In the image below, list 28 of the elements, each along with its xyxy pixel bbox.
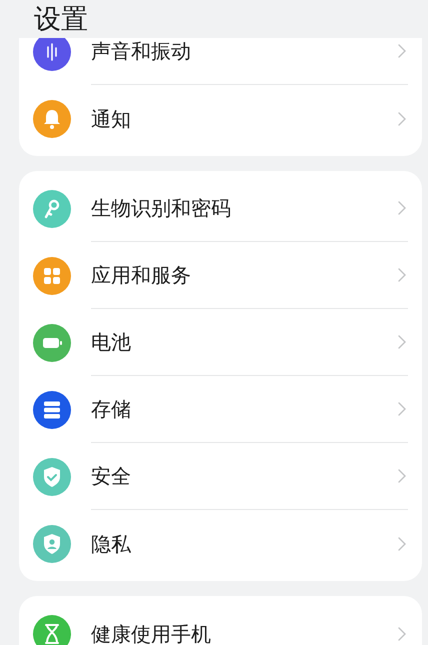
settings-item[interactable]: 电池 [19, 309, 422, 376]
chevron-right-icon [398, 536, 406, 550]
item-label: 隐私 [91, 530, 132, 558]
chevron-right-icon [398, 44, 406, 58]
item-label: 应用和服务 [91, 262, 192, 289]
item-label: 安全 [91, 463, 132, 490]
item-label: 健康使用手机 [91, 620, 212, 645]
chevron-right-icon [398, 268, 406, 282]
settings-item[interactable]: 生物识别和密码 [19, 175, 422, 242]
settings-item[interactable]: 健康使用手机 [19, 600, 422, 645]
settings-item[interactable]: 隐私 [19, 510, 422, 577]
chevron-right-icon [398, 402, 406, 416]
chevron-right-icon [398, 201, 406, 215]
item-label: 声音和振动 [91, 38, 192, 65]
settings-item[interactable]: 通知 [19, 85, 422, 152]
item-label: 生物识别和密码 [91, 195, 232, 222]
chevron-right-icon [398, 626, 406, 640]
item-label: 存储 [91, 396, 132, 423]
settings-item[interactable]: 安全 [19, 443, 422, 510]
page-title: 设置 [34, 6, 88, 32]
settings-item[interactable]: 应用和服务 [19, 242, 422, 309]
item-label: 电池 [91, 329, 132, 356]
item-label: 通知 [91, 106, 132, 132]
settings-item[interactable]: 声音和振动 [19, 38, 422, 85]
chevron-right-icon [398, 469, 406, 483]
settings-item[interactable]: 存储 [19, 376, 422, 443]
chevron-right-icon [398, 335, 406, 349]
chevron-right-icon [398, 112, 406, 126]
